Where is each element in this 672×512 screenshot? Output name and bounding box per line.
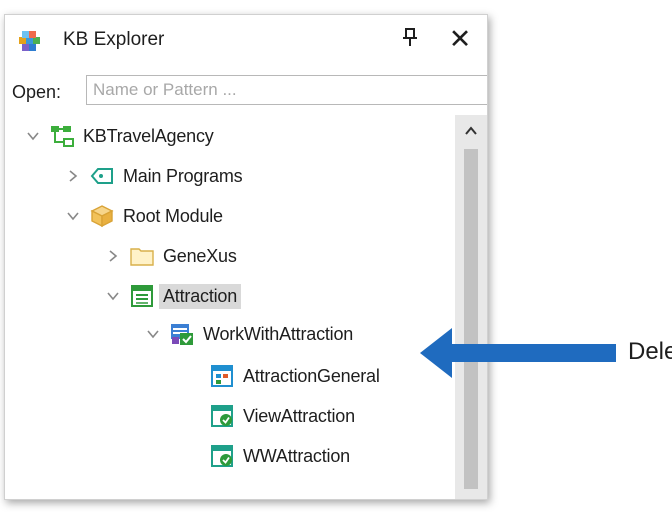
chevron-right-icon[interactable] [63, 166, 83, 186]
tree-item-label: WWAttraction [243, 445, 350, 466]
delete-annotation: Delete [628, 338, 672, 365]
kb-explorer-panel: KB Explorer ✕ Open: Name or Pattern ... … [4, 14, 488, 500]
work-with-icon [169, 321, 195, 347]
tree-item-main-programs[interactable]: Main Programs [63, 159, 243, 193]
tree-item-kbtravelagency[interactable]: KBTravelAgency [23, 119, 214, 153]
chevron-down-icon[interactable] [23, 126, 43, 146]
tree-item-workwithattraction[interactable]: WorkWithAttraction [143, 317, 353, 351]
chevron-down-icon[interactable] [103, 286, 123, 306]
transaction-icon [129, 283, 155, 309]
kb-root-icon [49, 123, 75, 149]
tree-item-label: GeneXus [163, 245, 237, 266]
tree-item-label: WorkWithAttraction [203, 323, 354, 344]
tree-item-viewattraction[interactable]: ViewAttraction [183, 399, 355, 433]
web-panel-icon [209, 403, 235, 429]
tree-item-label: ViewAttraction [243, 405, 355, 426]
main-programs-icon [89, 163, 115, 189]
tree-item-label: AttractionGeneral [243, 365, 380, 386]
chevron-right-icon[interactable] [103, 246, 123, 266]
pin-icon[interactable] [399, 25, 421, 51]
scrollbar-thumb[interactable] [464, 149, 478, 489]
tree-item-label: KBTravelAgency [83, 125, 214, 146]
web-panel-icon [209, 443, 235, 469]
chevron-down-icon[interactable] [143, 324, 163, 344]
tree-item-attractiongeneral[interactable]: AttractionGeneral [183, 359, 380, 393]
tree-item-wwattraction[interactable]: WWAttraction [183, 439, 350, 473]
annotation-arrow-icon [420, 328, 616, 378]
web-component-icon [209, 363, 235, 389]
chevron-down-icon[interactable] [63, 206, 83, 226]
open-name-input[interactable] [86, 75, 487, 105]
kb-tree: KBTravelAgency Main Programs Root Module… [5, 115, 455, 499]
folder-icon [129, 243, 155, 269]
vertical-scrollbar[interactable] [455, 115, 487, 499]
tree-item-root-module[interactable]: Root Module [63, 199, 223, 233]
panel-title: KB Explorer [63, 29, 165, 50]
tree-item-label: Main Programs [123, 165, 243, 186]
tree-item-label: Root Module [123, 205, 223, 226]
open-label: Open: [12, 82, 62, 102]
close-icon[interactable]: ✕ [445, 23, 475, 55]
tree-item-genexus[interactable]: GeneXus [103, 239, 237, 273]
panel-title-bar: KB Explorer ✕ [5, 15, 487, 65]
kb-explorer-icon [17, 28, 43, 59]
module-icon [89, 203, 115, 229]
tree-item-attraction[interactable]: Attraction [103, 279, 242, 313]
scroll-up-icon[interactable] [461, 121, 481, 141]
open-row: Open: [5, 71, 487, 109]
tree-item-label: Attraction [159, 283, 242, 309]
